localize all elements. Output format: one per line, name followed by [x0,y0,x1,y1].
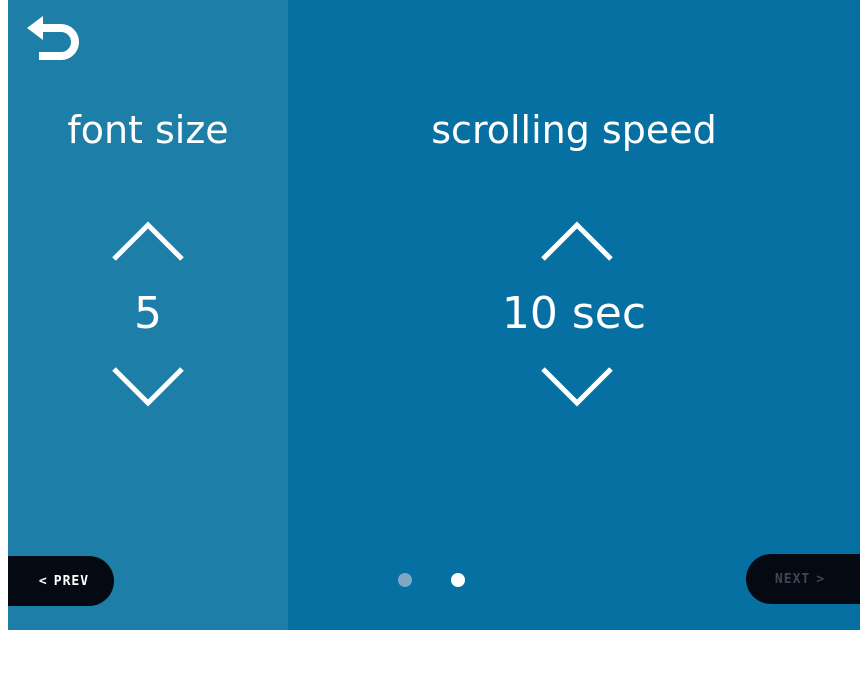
scrolling-speed-value: 10 sec [501,288,647,339]
chevron-up-icon [112,221,184,261]
chevron-down-icon [112,367,184,407]
next-button[interactable]: NEXT > [746,554,860,604]
font-size-title: font size [67,108,229,152]
prev-button[interactable]: < PREV [8,556,114,606]
chevron-up-icon [541,221,613,261]
scrolling-speed-title: scrolling speed [431,108,717,152]
back-button[interactable] [22,12,84,68]
chevron-left-icon: < [38,573,48,589]
chevron-right-icon: > [816,571,826,587]
chevron-down-icon [541,367,613,407]
next-label: NEXT [774,571,811,587]
prev-label: PREV [53,573,90,589]
page-indicator-dot-2-active[interactable] [451,573,465,587]
font-size-increase-button[interactable] [108,216,188,266]
font-size-value: 5 [134,288,162,339]
settings-screen: font size scrolling speed 5 10 sec < PRE… [8,0,860,630]
scrolling-speed-decrease-button[interactable] [537,362,617,412]
back-arrow-icon [27,16,79,60]
font-size-decrease-button[interactable] [108,362,188,412]
scrolling-speed-increase-button[interactable] [537,216,617,266]
page-indicator-dot-1[interactable] [398,573,412,587]
